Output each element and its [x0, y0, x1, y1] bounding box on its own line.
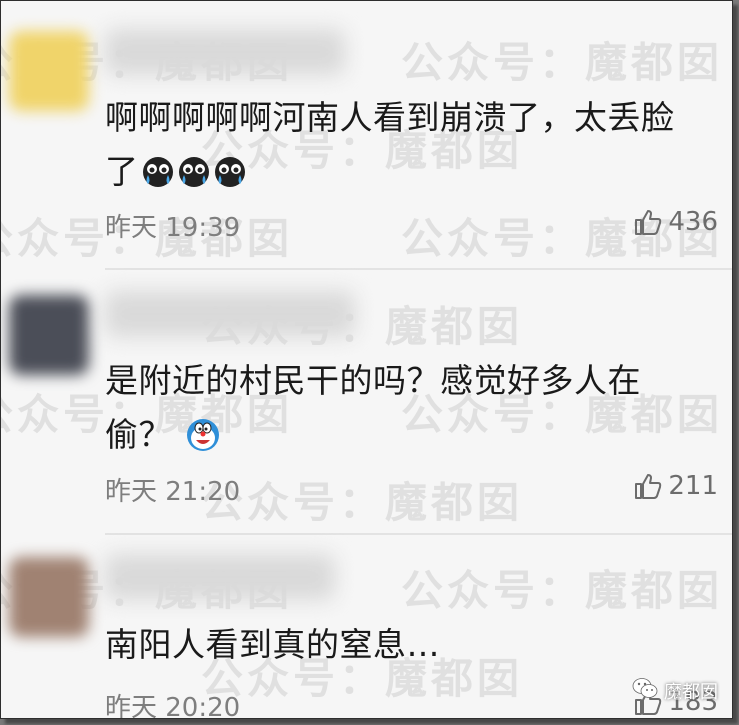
divider	[105, 268, 732, 270]
thumbs-up-icon	[634, 208, 662, 236]
comment-time: 昨天 19:39	[105, 213, 241, 243]
avatar[interactable]	[9, 295, 89, 375]
like-count: 211	[668, 471, 718, 501]
comment-text: 啊啊啊啊啊河南人看到崩溃了，太丢脸 了	[105, 91, 705, 205]
watermark: 公众号：魔都囡	[401, 38, 724, 87]
like-button[interactable]: 436	[634, 207, 718, 237]
doraemon-icon	[186, 414, 220, 468]
thumbs-up-icon	[634, 472, 662, 500]
wechat-icon	[632, 677, 658, 704]
comment-time: 昨天 20:20	[105, 693, 241, 719]
like-count: 436	[668, 207, 718, 237]
crying-face-icon	[141, 151, 249, 205]
badge-label: 魔都囡	[664, 681, 718, 703]
watermark: 公众号：魔都囡	[201, 478, 524, 527]
like-button[interactable]: 211	[634, 471, 718, 501]
comment-text: 是附近的村民干的吗？感觉好多人在 偷？	[105, 354, 705, 468]
username-blurred[interactable]	[105, 291, 355, 337]
divider	[105, 533, 732, 535]
username-blurred[interactable]	[105, 554, 335, 600]
comment-text: 南阳人看到真的窒息…	[105, 625, 440, 664]
comment-list: 公众号：魔都囡 公众号：魔都囡 公众号：魔都囡 公众号：魔都囡 公众号：魔都囡 …	[0, 0, 733, 719]
comment-time: 昨天 21:20	[105, 477, 241, 507]
watermark: 公众号：魔都囡	[401, 566, 724, 615]
avatar[interactable]	[9, 31, 89, 111]
account-badge: 魔都囡	[632, 677, 718, 704]
avatar[interactable]	[9, 557, 89, 637]
username-blurred[interactable]	[105, 29, 345, 75]
